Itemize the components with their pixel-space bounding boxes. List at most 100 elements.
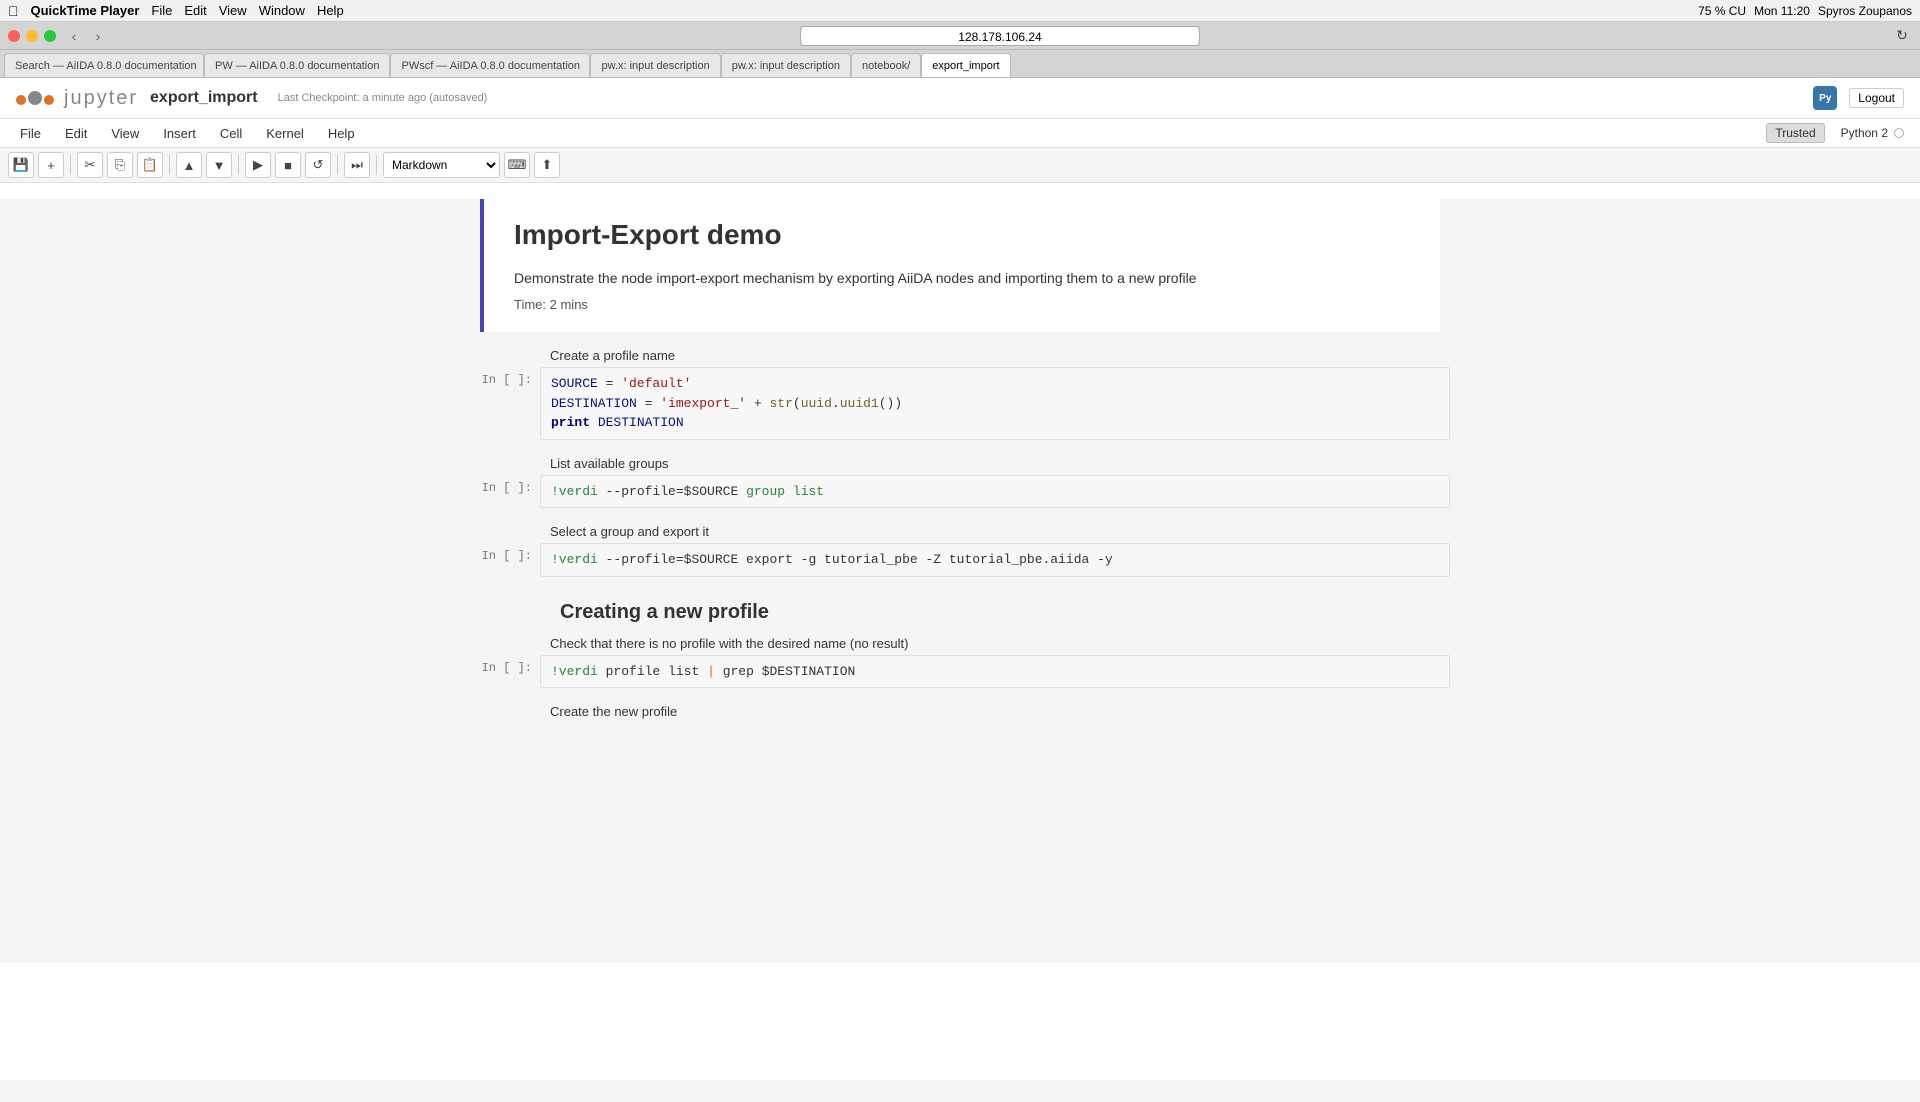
username: Spyros Zoupanos	[1818, 4, 1912, 18]
toolbar-separator-1	[70, 155, 71, 175]
label-select-export: Select a group and export it	[470, 524, 1450, 539]
tab-1[interactable]: PW — AiIDA 0.8.0 documentation	[204, 53, 390, 77]
bottom-spacer	[0, 723, 1920, 923]
tab-6[interactable]: export_import	[921, 53, 1010, 77]
stop-button[interactable]: ■	[275, 152, 301, 178]
back-button[interactable]: ‹	[64, 26, 84, 46]
move-up-button[interactable]: ▲	[176, 152, 202, 178]
jupyter-logo-area: jupyter export_import Last Checkpoint: a…	[16, 87, 487, 110]
jupyter-logo: jupyter	[16, 87, 138, 110]
menu-view[interactable]: View	[219, 3, 247, 18]
expand-button[interactable]: ⬆	[534, 152, 560, 178]
cell-code-4[interactable]: !verdi profile list | grep $DESTINATION	[540, 655, 1450, 689]
toolbar-separator-3	[238, 155, 239, 175]
notebook-content: Import-Export demo Demonstrate the node …	[0, 199, 1920, 963]
traffic-lights	[8, 30, 56, 42]
cell-code-2[interactable]: !verdi --profile=$SOURCE group list	[540, 475, 1450, 509]
menu-edit[interactable]: Edit	[61, 124, 91, 143]
browser: ‹ › 128.178.106.24 ↻ Search — AiIDA 0.8.…	[0, 22, 1920, 78]
toolbar-separator-2	[169, 155, 170, 175]
menu-file[interactable]: File	[16, 124, 45, 143]
refresh-button[interactable]: ↻	[1892, 26, 1912, 46]
kernel-status-dot	[1894, 128, 1904, 138]
tab-0[interactable]: Search — AiIDA 0.8.0 documentation	[4, 53, 204, 77]
menubar-left:  QuickTime Player File Edit View Window…	[8, 3, 344, 19]
cell-prompt-4: In [ ]:	[470, 655, 540, 675]
cell-code-3[interactable]: !verdi --profile=$SOURCE export -g tutor…	[540, 543, 1450, 577]
cpu-usage: 75 % CU	[1698, 4, 1746, 18]
move-down-button[interactable]: ▼	[206, 152, 232, 178]
logo-circle-1	[16, 95, 26, 105]
code-line-6: !verdi profile list | grep $DESTINATION	[551, 662, 1439, 682]
code-cell-2: In [ ]: !verdi --profile=$SOURCE group l…	[470, 475, 1450, 509]
code-line-5: !verdi --profile=$SOURCE export -g tutor…	[551, 550, 1439, 570]
logo-circle-2	[28, 91, 42, 105]
maximize-button[interactable]	[44, 30, 56, 42]
notebook-name[interactable]: export_import	[150, 89, 258, 107]
run-button[interactable]: ▶	[245, 152, 271, 178]
menu-cell[interactable]: Cell	[216, 124, 246, 143]
cell-prompt-1: In [ ]:	[470, 367, 540, 387]
app-name: QuickTime Player	[31, 3, 140, 18]
checkpoint-text: Last Checkpoint: a minute ago (autosaved…	[278, 92, 488, 104]
paste-button[interactable]: 📋	[137, 152, 163, 178]
menu-file[interactable]: File	[151, 3, 172, 18]
code-line-3: print DESTINATION	[551, 413, 1439, 433]
apple-icon: 	[8, 3, 19, 19]
toolbar-separator-4	[337, 155, 338, 175]
code-line-1: SOURCE = 'default'	[551, 374, 1439, 394]
menu-edit[interactable]: Edit	[184, 3, 206, 18]
section-heading-text: Creating a new profile	[560, 601, 1440, 624]
label-check-profile: Check that there is no profile with the …	[470, 636, 1450, 651]
menu-view[interactable]: View	[107, 124, 143, 143]
jupyter-menu: File Edit View Insert Cell Kernel Help T…	[0, 119, 1920, 148]
notebook-description: Demonstrate the node import-export mecha…	[514, 267, 1410, 289]
browser-titlebar: ‹ › 128.178.106.24 ↻	[0, 22, 1920, 50]
browser-tabs: Search — AiIDA 0.8.0 documentation PW — …	[0, 50, 1920, 78]
jupyter-header: jupyter export_import Last Checkpoint: a…	[0, 78, 1920, 119]
menu-help[interactable]: Help	[324, 124, 359, 143]
close-button[interactable]	[8, 30, 20, 42]
notebook-time: Time: 2 mins	[514, 297, 1410, 312]
copy-button[interactable]: ⎘	[107, 152, 133, 178]
menu-kernel[interactable]: Kernel	[262, 124, 308, 143]
jupyter-header-right: Py Logout	[1813, 86, 1904, 110]
notebook-title: Import-Export demo	[514, 219, 1410, 251]
tab-5[interactable]: notebook/	[851, 53, 921, 77]
menu-insert[interactable]: Insert	[159, 124, 200, 143]
add-cell-button[interactable]: +	[38, 152, 64, 178]
label-create-new-profile: Create the new profile	[470, 704, 1450, 719]
browser-nav: ‹ ›	[64, 26, 108, 46]
menu-help[interactable]: Help	[317, 3, 344, 18]
keyboard-shortcut-button[interactable]: ⌨	[504, 152, 530, 178]
cell-type-select[interactable]: Markdown Code Raw NBConvert Heading	[383, 152, 500, 178]
menu-window[interactable]: Window	[259, 3, 305, 18]
jupyter-toolbar: 💾 + ✂ ⎘ 📋 ▲ ▼ ▶ ■ ↺ ⏭ Markdown Code Raw …	[0, 148, 1920, 183]
datetime: Mon 11:20	[1754, 4, 1810, 18]
save-button[interactable]: 💾	[8, 152, 34, 178]
jupyter-logo-circles	[16, 91, 54, 105]
address-bar[interactable]: 128.178.106.24	[800, 26, 1200, 46]
fast-forward-button[interactable]: ⏭	[344, 152, 370, 178]
trusted-badge[interactable]: Trusted	[1766, 123, 1824, 143]
forward-button[interactable]: ›	[88, 26, 108, 46]
minimize-button[interactable]	[26, 30, 38, 42]
restart-button[interactable]: ↺	[305, 152, 331, 178]
notebook-wrapper: jupyter export_import Last Checkpoint: a…	[0, 78, 1920, 1080]
tab-3[interactable]: pw.x: input description	[590, 53, 720, 77]
macos-menubar:  QuickTime Player File Edit View Window…	[0, 0, 1920, 22]
jupyter-text: jupyter	[64, 87, 138, 110]
code-line-2: DESTINATION = 'imexport_' + str(uuid.uui…	[551, 394, 1439, 414]
kernel-indicator: Python 2	[1841, 126, 1904, 140]
logo-circle-3	[44, 95, 54, 105]
cell-prompt-3: In [ ]:	[470, 543, 540, 563]
tab-2[interactable]: PWscf — AiIDA 0.8.0 documentation	[390, 53, 590, 77]
label-create-profile-name: Create a profile name	[470, 348, 1450, 363]
python-logo: Py	[1813, 86, 1837, 110]
tab-4[interactable]: pw.x: input description	[721, 53, 851, 77]
logout-button[interactable]: Logout	[1849, 88, 1904, 108]
cell-prompt-2: In [ ]:	[470, 475, 540, 495]
cell-code-1[interactable]: SOURCE = 'default' DESTINATION = 'imexpo…	[540, 367, 1450, 440]
cut-button[interactable]: ✂	[77, 152, 103, 178]
code-line-4: !verdi --profile=$SOURCE group list	[551, 482, 1439, 502]
